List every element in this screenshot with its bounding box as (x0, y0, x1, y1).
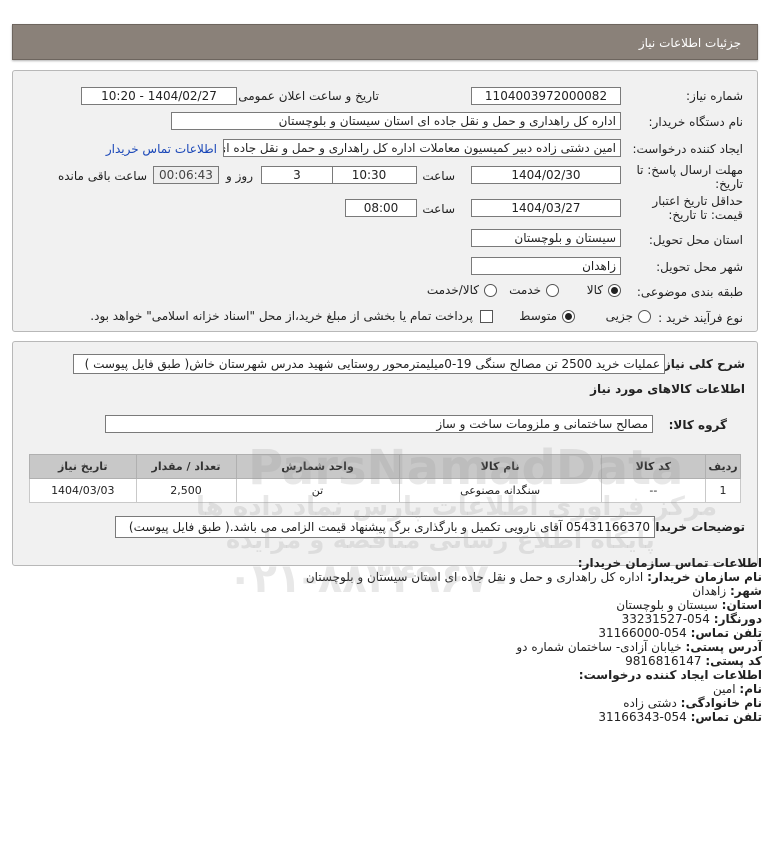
treasury-bond-checkbox[interactable] (480, 310, 493, 323)
col-name: نام کالا (398, 454, 602, 479)
contact-title: اطلاعات تماس سازمان خریدار: (577, 556, 762, 570)
need-number-label: شماره نیاز: (686, 89, 743, 103)
creator-family: نام خانوادگی: دشتی زاده (623, 696, 762, 710)
need-number-field: 1104003972000082 (471, 87, 621, 105)
category-option-goods: کالا (586, 283, 603, 297)
creator-phone: تلفن تماس: 054-31166343 (598, 710, 762, 724)
process-option-minor: جزیی (605, 309, 633, 323)
contact-fax: دورنگار: 054-33231527 (621, 612, 762, 626)
category-label: طبقه بندی موضوعی: (636, 285, 743, 299)
category-radio-goods-service[interactable] (484, 284, 497, 297)
delivery-city-label: شهر محل تحویل: (656, 260, 743, 274)
creator-field: امین دشتی زاده دبیر کمیسیون معاملات ادار… (223, 139, 621, 157)
validity-time-field: 08:00 (345, 199, 417, 217)
category-radio-service[interactable] (546, 284, 559, 297)
cell-name: سنگدانه مصنوعی (398, 478, 602, 503)
validity-label: حداقل تاریخ اعتبار قیمت: تا تاریخ: (652, 194, 743, 222)
cell-row: 1 (705, 478, 741, 503)
goods-group-label: گروه کالا: (668, 418, 727, 432)
buyer-contact-link[interactable]: اطلاعات تماس خریدار (106, 142, 217, 156)
col-need-date: تاریخ نیاز (29, 454, 137, 479)
days-field: 3 (261, 166, 333, 184)
contact-city: شهر: زاهدان (692, 584, 762, 598)
need-details-panel: شرح کلی نیاز: عملیات خرید 2500 تن مصالح … (12, 341, 758, 566)
payment-note: پرداخت تمام یا بخشی از مبلغ خرید،از محل … (90, 309, 473, 323)
days-label: روز و (226, 169, 253, 183)
cell-unit: تن (235, 478, 400, 503)
announce-field: 1404/02/27 - 10:20 (81, 87, 237, 105)
goods-table: ردیف کد کالا نام کالا واحد شمارش تعداد /… (29, 454, 741, 503)
buyer-field: اداره کل راهداری و حمل و نقل جاده ای است… (171, 112, 621, 130)
delivery-city-field: زاهدان (471, 257, 621, 275)
category-radio-goods[interactable] (608, 284, 621, 297)
cell-code: -- (600, 478, 707, 503)
goods-info-title: اطلاعات کالاهای مورد نیاز (590, 382, 745, 396)
creator-label: ایجاد کننده درخواست: (632, 142, 743, 156)
contact-org: نام سازمان خریدار: اداره کل راهداری و حم… (305, 570, 762, 584)
creator-name: نام: امین (713, 682, 762, 696)
deadline-label: مهلت ارسال پاسخ: تا تاریخ: (636, 163, 743, 191)
process-label: نوع فرآیند خرید : (658, 311, 743, 325)
page-title: جزئیات اطلاعات نیاز (638, 36, 741, 50)
goods-table-header: ردیف کد کالا نام کالا واحد شمارش تعداد /… (29, 454, 741, 479)
buyer-label: نام دستگاه خریدار: (648, 115, 744, 129)
buyer-notes-field: 05431166370 آقای نارویی تکمیل و بارگذاری… (115, 516, 655, 538)
col-row: ردیف (705, 454, 741, 479)
validity-time-label: ساعت (422, 202, 455, 216)
deadline-time-field: 10:30 (321, 166, 417, 184)
contact-address: آدرس پستی: خیابان آزادی- ساختمان شماره د… (516, 640, 762, 654)
cell-need-date: 1404/03/03 (29, 478, 137, 503)
process-option-medium: متوسط (519, 309, 557, 323)
cell-quantity: 2,500 (135, 478, 237, 503)
buyer-notes-label: توضیحات خریدار: (643, 520, 745, 534)
delivery-province-field: سیستان و بلوچستان (471, 229, 621, 247)
remaining-label: ساعت باقی مانده (57, 169, 147, 183)
category-option-goods-service: کالا/خدمت (426, 283, 479, 297)
delivery-province-label: استان محل تحویل: (648, 233, 743, 247)
description-field: عملیات خرید 2500 تن مصالح سنگی 19-0میلیم… (73, 354, 665, 374)
process-radio-minor[interactable] (638, 310, 651, 323)
col-quantity: تعداد / مقدار (135, 454, 237, 479)
creator-info-title: اطلاعات ایجاد کننده درخواست: (578, 668, 762, 682)
category-option-service: خدمت (509, 283, 541, 297)
contact-phone: تلفن تماس: 054-31166000 (598, 626, 762, 640)
goods-group-field: مصالح ساختمانی و ملزومات ساخت و ساز (105, 415, 653, 433)
contact-province: استان: سیستان و بلوچستان (616, 598, 762, 612)
table-row: 1 -- سنگدانه مصنوعی تن 2,500 1404/03/03 (29, 478, 741, 503)
validity-date-field: 1404/03/27 (471, 199, 621, 217)
page-header: جزئیات اطلاعات نیاز (12, 24, 758, 60)
description-label: شرح کلی نیاز: (659, 357, 745, 371)
remaining-time-field: 00:06:43 (153, 166, 219, 184)
col-code: کد کالا (600, 454, 707, 479)
need-info-panel: شماره نیاز: 1104003972000082 تاریخ و ساع… (12, 70, 758, 332)
process-radio-medium[interactable] (562, 310, 575, 323)
deadline-time-label: ساعت (422, 169, 455, 183)
contact-postal: کد پستی: 9816816147 (625, 654, 762, 668)
col-unit: واحد شمارش (235, 454, 400, 479)
deadline-date-field: 1404/02/30 (471, 166, 621, 184)
announce-label: تاریخ و ساعت اعلان عمومی: (234, 89, 379, 103)
